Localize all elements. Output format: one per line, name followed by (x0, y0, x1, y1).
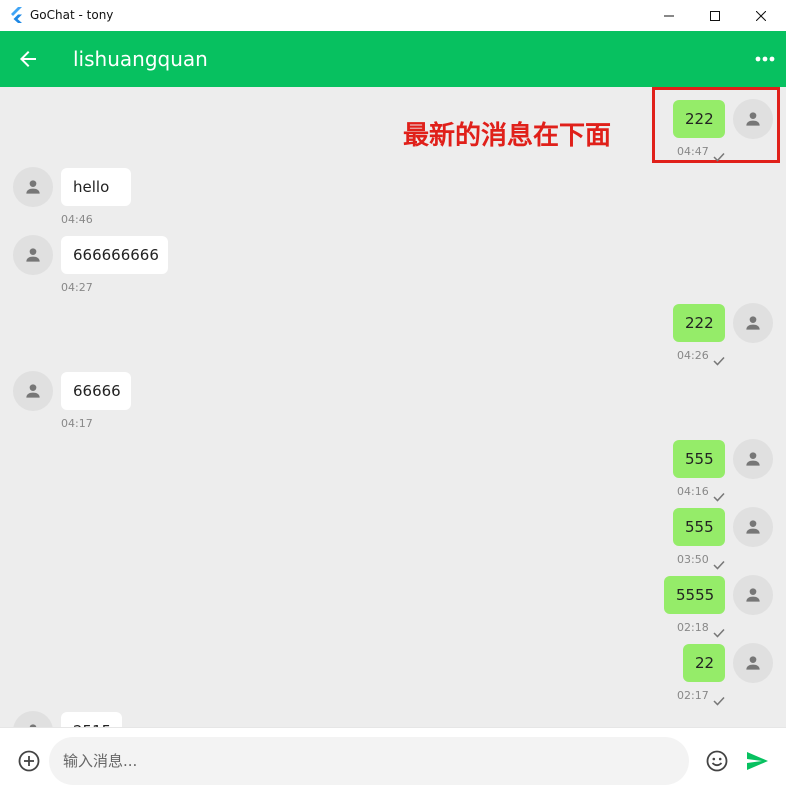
window-title: GoChat - tony (30, 8, 114, 22)
emoji-icon[interactable] (705, 749, 729, 773)
maximize-icon (710, 10, 720, 21)
incoming-message-bubble[interactable]: 2515 (61, 712, 122, 727)
message-time: 03:50 (677, 553, 709, 566)
avatar[interactable] (13, 235, 53, 275)
avatar[interactable] (13, 711, 53, 727)
incoming-message-bubble[interactable]: 666666666 (61, 236, 168, 274)
read-check-icon (713, 691, 725, 706)
read-check-icon (713, 351, 725, 366)
flutter-icon (11, 7, 22, 23)
avatar[interactable] (733, 575, 773, 615)
outgoing-message-bubble[interactable]: 5555 (664, 576, 725, 614)
contact-name: lishuangquan (73, 47, 208, 71)
avatar[interactable] (733, 99, 773, 139)
person-icon (746, 588, 760, 602)
read-check-icon (713, 147, 725, 162)
person-icon (746, 112, 760, 126)
close-button[interactable] (738, 0, 784, 31)
incoming-message-bubble[interactable]: 66666 (61, 372, 131, 410)
avatar[interactable] (733, 303, 773, 343)
minimize-icon (664, 15, 674, 16)
outgoing-message-bubble[interactable]: 555 (673, 508, 725, 546)
avatar[interactable] (733, 643, 773, 683)
person-icon (746, 520, 760, 534)
minimize-button[interactable] (646, 0, 692, 31)
message-time: 04:47 (677, 145, 709, 158)
person-icon (746, 316, 760, 330)
composer-bar (0, 727, 786, 794)
message-time: 04:17 (61, 417, 93, 430)
chat-header: lishuangquan (0, 31, 786, 87)
message-time: 04:46 (61, 213, 93, 226)
more-icon[interactable] (750, 47, 778, 71)
person-icon (26, 384, 40, 398)
person-icon (26, 248, 40, 262)
person-icon (746, 656, 760, 670)
close-icon (756, 10, 766, 21)
message-input[interactable] (49, 737, 689, 785)
add-circle-icon[interactable] (17, 749, 41, 773)
avatar[interactable] (733, 439, 773, 479)
avatar[interactable] (13, 167, 53, 207)
read-check-icon (713, 487, 725, 502)
read-check-icon (713, 555, 725, 570)
person-icon (746, 452, 760, 466)
maximize-button[interactable] (692, 0, 738, 31)
person-icon (26, 180, 40, 194)
message-time: 04:16 (677, 485, 709, 498)
outgoing-message-bubble[interactable]: 222 (673, 100, 725, 138)
outgoing-message-bubble[interactable]: 555 (673, 440, 725, 478)
message-time: 04:27 (61, 281, 93, 294)
back-arrow-icon[interactable] (16, 47, 40, 71)
message-list[interactable]: 最新的消息在下面 222 04:47 hello 04:46 666666666 04:2… (0, 87, 786, 727)
message-time: 02:18 (677, 621, 709, 634)
read-check-icon (713, 623, 725, 638)
message-time: 04:26 (677, 349, 709, 362)
message-time: 02:17 (677, 689, 709, 702)
avatar[interactable] (733, 507, 773, 547)
outgoing-message-bubble[interactable]: 22 (683, 644, 725, 682)
avatar[interactable] (13, 371, 53, 411)
outgoing-message-bubble[interactable]: 222 (673, 304, 725, 342)
send-icon[interactable] (745, 749, 769, 773)
annotation-text: 最新的消息在下面 (403, 121, 612, 151)
incoming-message-bubble[interactable]: hello (61, 168, 131, 206)
window-titlebar: GoChat - tony (0, 0, 786, 32)
